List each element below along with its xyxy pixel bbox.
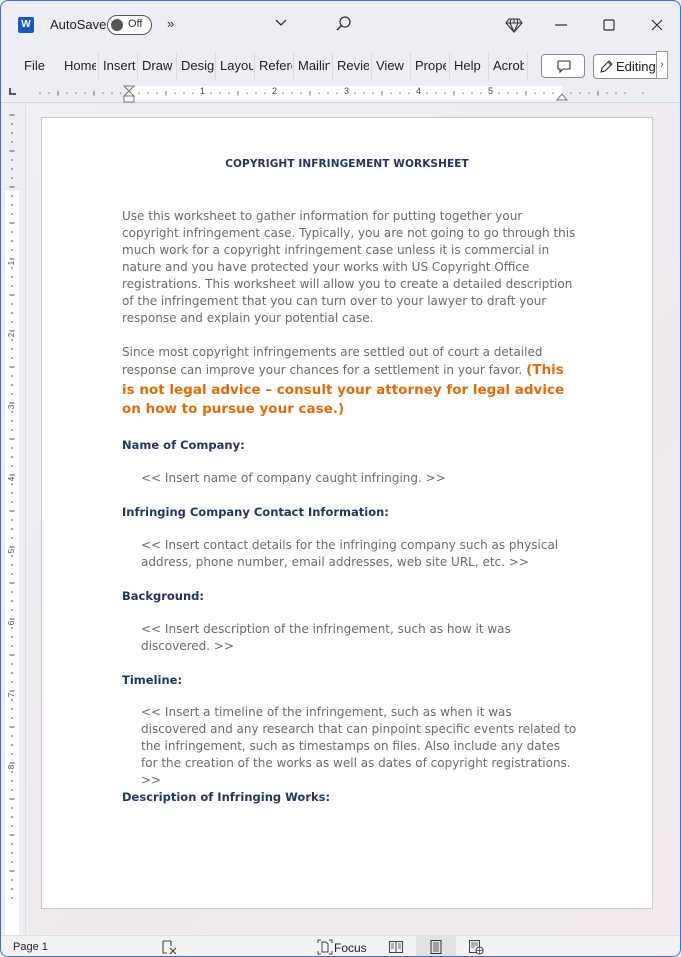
tab-separator	[332, 53, 333, 81]
pencil-icon	[600, 60, 613, 73]
tab-separator	[410, 53, 411, 81]
vertical-ruler[interactable]: 1 2 3 4 5 6 7 8	[5, 105, 19, 935]
section-placeholder: << Insert contact details for the infrin…	[141, 538, 559, 569]
title-bar: W AutoSave Off »	[1, 1, 680, 49]
tab-separator	[254, 53, 255, 81]
focus-icon	[317, 939, 333, 955]
tab-draw[interactable]: Draw	[142, 57, 175, 75]
autosave-toggle[interactable]: Off	[107, 15, 152, 35]
word-icon: W	[18, 17, 37, 33]
section-placeholder: << Insert name of company caught infring…	[141, 471, 446, 485]
tab-properties[interactable]: Properties	[415, 57, 446, 75]
tab-separator	[488, 53, 489, 81]
tab-design[interactable]: Design	[181, 57, 214, 75]
document-title: COPYRIGHT INFRINGEMENT WORKSHEET	[225, 158, 469, 170]
comments-button[interactable]	[541, 54, 585, 78]
settlement-text: Since most copyright infringements are s…	[122, 345, 543, 377]
tab-home[interactable]: Home	[64, 57, 96, 75]
maximize-button[interactable]	[599, 15, 619, 35]
ribbon-tabs: File Home Insert Draw Design Layout Refe…	[1, 49, 680, 83]
tab-separator	[176, 53, 177, 81]
tab-separator	[371, 53, 372, 81]
tab-separator	[449, 53, 450, 81]
vertical-ruler-number: 6	[7, 620, 16, 625]
word-window: W AutoSave Off » File Home Insert Draw D…	[0, 0, 681, 957]
ruler-number: 1	[200, 86, 206, 96]
tab-separator	[98, 53, 99, 81]
ruler-number: 2	[272, 86, 278, 96]
tab-layout[interactable]: Layout	[220, 57, 253, 75]
print-layout-icon	[430, 940, 442, 954]
minimize-button[interactable]	[551, 15, 571, 35]
diamond-icon[interactable]	[505, 16, 523, 34]
tab-separator	[527, 53, 528, 81]
vertical-ruler-number: 1	[7, 260, 16, 265]
focus-label: Focus	[334, 941, 367, 955]
tab-separator	[137, 53, 138, 81]
vertical-ruler-number: 3	[7, 404, 16, 409]
vertical-ruler-ticks: 1 2 3 4 5 6 7 8	[7, 114, 16, 899]
comment-icon	[557, 60, 571, 74]
tab-review[interactable]: Review	[337, 57, 369, 75]
tab-references[interactable]: References	[259, 57, 292, 75]
horizontal-ruler-row: 1 2 3 4 5	[1, 83, 680, 103]
horizontal-ruler[interactable]: 1 2 3 4 5	[27, 85, 647, 103]
tab-help[interactable]: Help	[454, 57, 484, 75]
indent-marker[interactable]	[123, 85, 135, 103]
ruler-number: 5	[488, 86, 494, 96]
intro-paragraph: Use this worksheet to gather information…	[122, 209, 576, 325]
ruler-number: 3	[344, 86, 350, 96]
status-bar: Page 1 Focus	[1, 935, 680, 956]
tab-separator	[215, 53, 216, 81]
document-page[interactable]: COPYRIGHT INFRINGEMENT WORKSHEET Use thi…	[41, 117, 653, 909]
vertical-ruler-number: 8	[7, 764, 16, 769]
vertical-ruler-number: 7	[7, 692, 16, 697]
tab-acrobat[interactable]: Acrobat	[493, 57, 524, 75]
section-heading: Name of Company:	[122, 438, 245, 452]
more-commands-button[interactable]: »	[167, 16, 174, 31]
section-placeholder: << Insert description of the infringemen…	[141, 622, 511, 653]
section-heading: Timeline:	[122, 673, 183, 687]
print-layout-button[interactable]	[416, 936, 456, 956]
section-heading: Description of Infringing Works:	[122, 790, 331, 804]
autosave-label: AutoSave	[50, 17, 107, 32]
section-heading: Infringing Company Contact Information:	[122, 505, 389, 519]
right-indent-marker[interactable]	[556, 91, 568, 101]
section-placeholder: << Insert a timeline of the infringement…	[141, 705, 577, 787]
tab-mailings[interactable]: Mailings	[298, 57, 330, 75]
close-button[interactable]	[647, 15, 667, 35]
tab-separator	[293, 53, 294, 81]
tab-insert[interactable]: Insert	[103, 57, 136, 75]
autosave-state: Off	[128, 18, 143, 30]
web-layout-icon[interactable]	[468, 939, 484, 955]
toggle-knob	[111, 19, 123, 31]
editing-mode-button[interactable]: Editing	[593, 54, 661, 79]
vertical-ruler-number: 4	[7, 476, 16, 481]
chevron-down-icon[interactable]	[274, 15, 288, 32]
search-icon[interactable]	[335, 15, 353, 33]
tab-file[interactable]: File	[24, 57, 50, 75]
ribbon-scroll-right-button[interactable]: ›	[656, 51, 668, 79]
editing-label: Editing	[616, 59, 656, 74]
section-heading: Background:	[122, 589, 204, 603]
vertical-ruler-number: 2	[7, 332, 16, 337]
ruler-number: 4	[416, 86, 422, 96]
tab-stop-selector[interactable]	[9, 88, 16, 95]
accessibility-icon[interactable]	[161, 939, 177, 955]
tab-view[interactable]: View	[376, 57, 406, 75]
vertical-ruler-number: 5	[7, 548, 16, 553]
read-mode-icon[interactable]	[388, 939, 404, 955]
ruler-ticks	[39, 91, 644, 96]
settlement-paragraph: Since most copyright infringements are s…	[122, 344, 577, 420]
page-number[interactable]: Page 1	[13, 941, 48, 953]
